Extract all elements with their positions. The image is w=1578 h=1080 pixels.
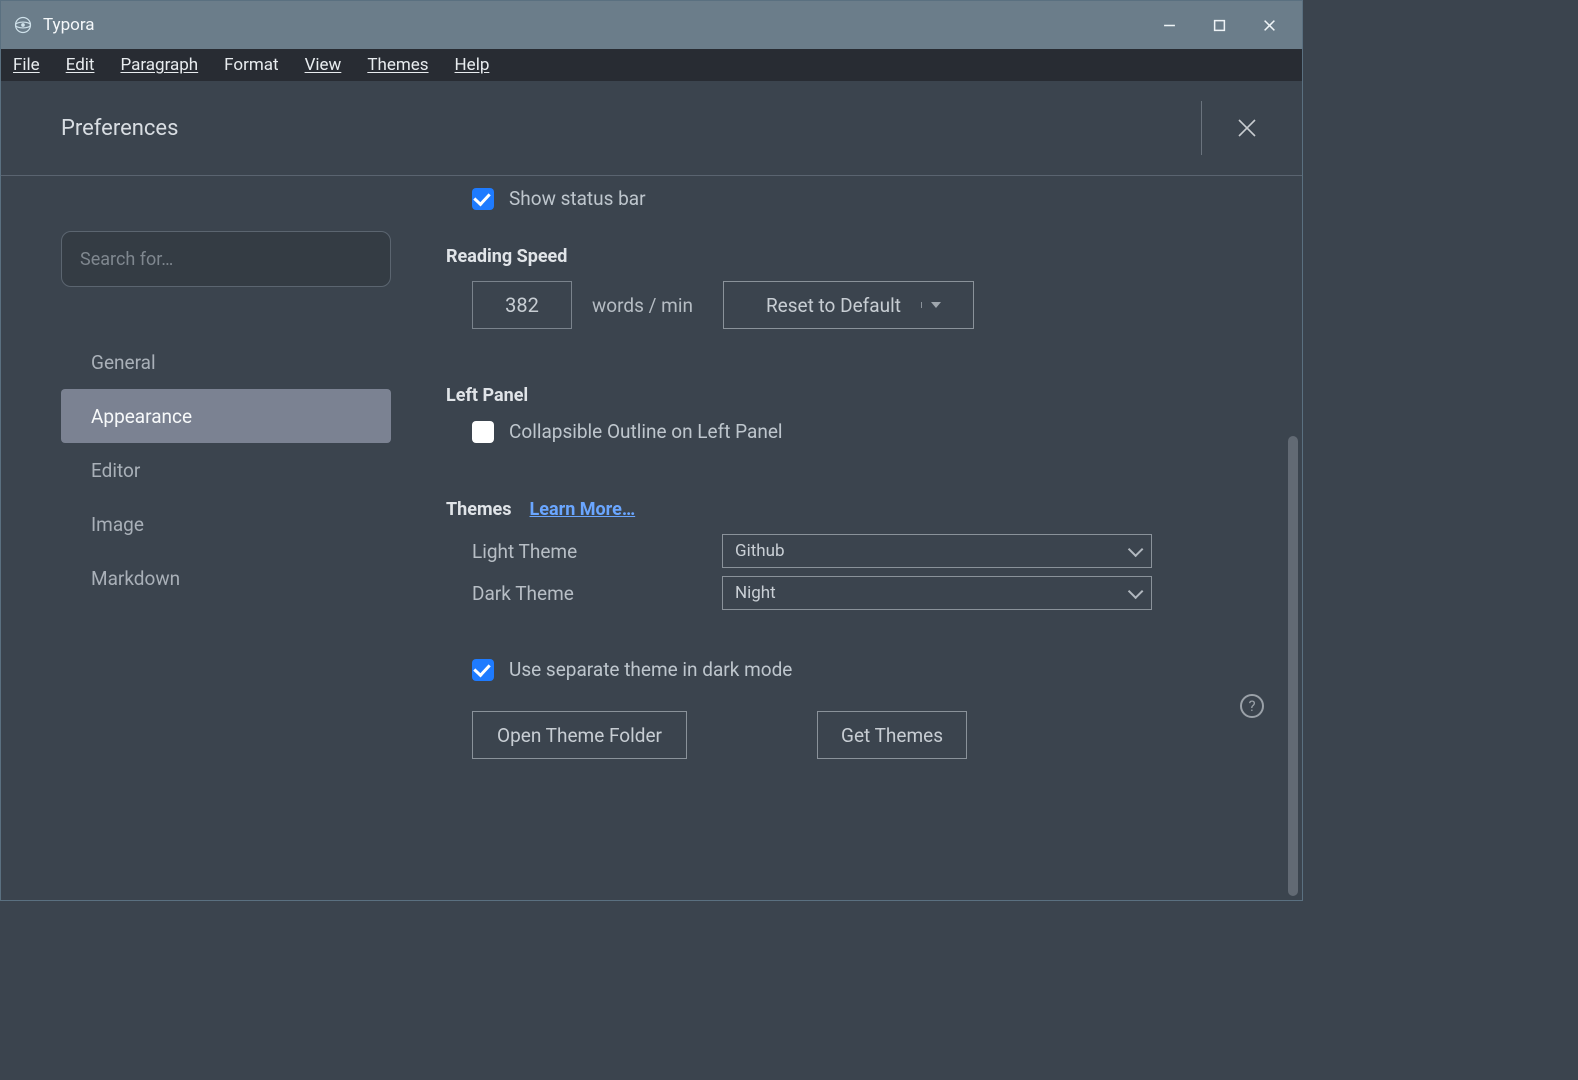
- preferences-title: Preferences: [61, 116, 178, 141]
- header-divider: [1201, 101, 1202, 155]
- chevron-down-icon: [1128, 588, 1139, 599]
- reading-speed-units: words / min: [592, 294, 693, 317]
- menu-themes[interactable]: Themes: [363, 53, 432, 77]
- menu-file[interactable]: File: [9, 53, 44, 77]
- theme-actions: Open Theme Folder Get Themes: [472, 711, 1262, 759]
- left-panel-heading: Left Panel: [446, 385, 1262, 406]
- reading-speed-row: words / min Reset to Default: [472, 281, 1262, 329]
- reading-speed-input[interactable]: [472, 281, 572, 329]
- reset-reading-speed-button[interactable]: Reset to Default: [723, 281, 974, 329]
- preferences-sidebar: General Appearance Editor Image Markdown: [1, 176, 406, 900]
- separate-theme-checkbox[interactable]: [472, 659, 494, 681]
- preferences-body: General Appearance Editor Image Markdown…: [1, 176, 1302, 900]
- light-theme-row: Light Theme Github: [472, 534, 1262, 568]
- window-close-button[interactable]: [1244, 5, 1294, 45]
- window-minimize-button[interactable]: [1144, 5, 1194, 45]
- reset-reading-speed-label: Reset to Default: [746, 294, 921, 317]
- collapsible-outline-row: Collapsible Outline on Left Panel: [472, 420, 1262, 443]
- dark-theme-row: Dark Theme Night: [472, 576, 1262, 610]
- menu-view[interactable]: View: [301, 53, 346, 77]
- preferences-content: Show status bar Reading Speed words / mi…: [406, 176, 1302, 900]
- separate-theme-row: Use separate theme in dark mode: [472, 658, 1262, 681]
- dark-theme-select[interactable]: Night: [722, 576, 1152, 610]
- menubar: File Edit Paragraph Format View Themes H…: [1, 49, 1302, 81]
- menu-format[interactable]: Format: [220, 53, 282, 77]
- themes-heading-text: Themes: [446, 499, 512, 520]
- titlebar: Typora: [1, 1, 1302, 49]
- themes-heading: Themes Learn More…: [446, 499, 1262, 520]
- chevron-down-icon: [1128, 546, 1139, 557]
- menu-paragraph[interactable]: Paragraph: [116, 53, 202, 77]
- menu-edit[interactable]: Edit: [62, 53, 99, 77]
- scrollbar-thumb[interactable]: [1288, 436, 1298, 896]
- search-box[interactable]: [61, 231, 391, 287]
- dark-theme-value: Night: [735, 583, 776, 603]
- preferences-nav: General Appearance Editor Image Markdown: [61, 335, 394, 605]
- nav-image[interactable]: Image: [61, 497, 391, 551]
- preferences-close-button[interactable]: [1232, 113, 1262, 143]
- show-status-bar-checkbox[interactable]: [472, 188, 494, 210]
- chevron-down-icon[interactable]: [921, 302, 951, 308]
- themes-learn-more-link[interactable]: Learn More…: [530, 499, 636, 520]
- nav-editor[interactable]: Editor: [61, 443, 391, 497]
- menu-help[interactable]: Help: [451, 53, 494, 77]
- show-status-bar-row: Show status bar: [472, 187, 1262, 210]
- app-logo-icon: [13, 15, 33, 35]
- collapsible-outline-checkbox[interactable]: [472, 421, 494, 443]
- app-title: Typora: [43, 15, 95, 35]
- window-maximize-button[interactable]: [1194, 5, 1244, 45]
- open-theme-folder-button[interactable]: Open Theme Folder: [472, 711, 687, 759]
- dark-theme-label: Dark Theme: [472, 582, 722, 605]
- preferences-header: Preferences: [1, 81, 1302, 176]
- separate-theme-label: Use separate theme in dark mode: [509, 658, 792, 681]
- collapsible-outline-label: Collapsible Outline on Left Panel: [509, 420, 783, 443]
- help-icon[interactable]: ?: [1240, 694, 1264, 718]
- search-input[interactable]: [80, 249, 372, 270]
- app-window: Typora File Edit Paragraph Format View T…: [0, 0, 1303, 901]
- nav-general[interactable]: General: [61, 335, 391, 389]
- light-theme-value: Github: [735, 541, 785, 561]
- nav-appearance[interactable]: Appearance: [61, 389, 391, 443]
- get-themes-button[interactable]: Get Themes: [817, 711, 967, 759]
- light-theme-label: Light Theme: [472, 540, 722, 563]
- light-theme-select[interactable]: Github: [722, 534, 1152, 568]
- show-status-bar-label: Show status bar: [509, 187, 646, 210]
- reading-speed-heading: Reading Speed: [446, 246, 1262, 267]
- nav-markdown[interactable]: Markdown: [61, 551, 391, 605]
